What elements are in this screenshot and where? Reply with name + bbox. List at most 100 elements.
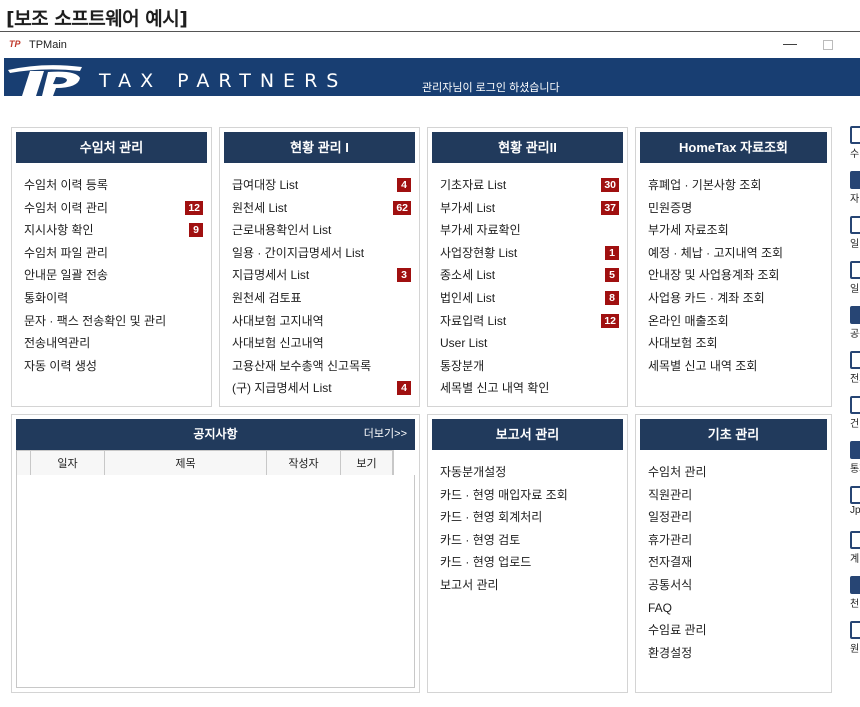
- side-shortcut[interactable]: 계: [838, 531, 860, 571]
- menu-item[interactable]: User List: [440, 332, 619, 355]
- menu-item[interactable]: 카드 · 현영 매입자료 조회: [440, 484, 619, 507]
- side-shortcut[interactable]: 일: [838, 261, 860, 301]
- menu-item[interactable]: 안내문 일괄 전송: [24, 264, 203, 287]
- menu-item[interactable]: 자동분개설정: [440, 461, 619, 484]
- menu-item-label: 민원증명: [648, 200, 693, 215]
- count-badge: 3: [397, 268, 411, 283]
- panel-report-management: 보고서 관리 자동분개설정카드 · 현영 매입자료 조회 카드 · 현영 회계처리…: [427, 414, 628, 693]
- menu-item-label: 일정관리: [648, 510, 693, 525]
- menu-item[interactable]: 사업장현황 List 1: [440, 242, 619, 265]
- maximize-button[interactable]: [823, 40, 833, 50]
- menu-item[interactable]: 카드 · 현영 업로드: [440, 551, 619, 574]
- menu-item[interactable]: 카드 · 현영 검토: [440, 529, 619, 552]
- side-shortcut[interactable]: 전자: [838, 351, 860, 391]
- side-shortcut-label: 통화: [850, 464, 860, 475]
- column-header[interactable]: 제목: [104, 450, 267, 476]
- side-shortcut[interactable]: Jpg: [838, 486, 860, 526]
- side-shortcut[interactable]: 천: [838, 576, 860, 616]
- menu-item[interactable]: 수임처 이력 등록: [24, 174, 203, 197]
- menu-item[interactable]: 자동 이력 생성: [24, 355, 203, 378]
- menu-item[interactable]: 직원관리: [648, 484, 823, 507]
- count-badge: 12: [185, 200, 203, 215]
- menu-item[interactable]: 수임처 이력 관리 12: [24, 197, 203, 220]
- side-shortcut-label: 건: [850, 419, 860, 430]
- menu-item[interactable]: 고용산재 보수총액 신고목록: [232, 355, 411, 378]
- menu-item[interactable]: 보고서 관리: [440, 574, 619, 597]
- menu-item[interactable]: 예정 · 체납 · 고지내역 조회: [648, 242, 823, 265]
- menu-item[interactable]: 사대보험 신고내역: [232, 332, 411, 355]
- menu-item[interactable]: 자료입력 List 12: [440, 310, 619, 333]
- menu-item[interactable]: 원천세 List 62: [232, 197, 411, 220]
- side-shortcut-label: 일: [850, 239, 860, 250]
- menu-item[interactable]: 원천세 검토표: [232, 287, 411, 310]
- column-header[interactable]: 보기: [340, 450, 393, 476]
- panel-client-management: 수임처 관리 수임처 이력 등록 수임처 이력 관리 12 지시사항 확인 9 수임처 파…: [11, 127, 212, 407]
- menu-item[interactable]: 전송내역관리: [24, 332, 203, 355]
- menu-item[interactable]: 온라인 매출조회: [648, 310, 823, 333]
- menu-item[interactable]: 통장분개: [440, 355, 619, 378]
- menu-item[interactable]: 문자 · 팩스 전송확인 및 관리: [24, 310, 203, 333]
- notice-table: 일자 제목 작성자 보기: [16, 450, 394, 476]
- menu-item[interactable]: 환경설정: [648, 642, 823, 665]
- menu-item-label: 환경설정: [648, 645, 693, 660]
- person-icon: [850, 396, 860, 414]
- window-titlebar: TP TPMain —: [0, 32, 860, 58]
- column-header[interactable]: 일자: [30, 450, 105, 476]
- menu-item[interactable]: 세목별 신고 내역 조회: [648, 355, 823, 378]
- menu-item[interactable]: 일정관리: [648, 506, 823, 529]
- menu-item[interactable]: 종소세 List 5: [440, 264, 619, 287]
- count-badge: 37: [601, 200, 619, 215]
- side-shortcut[interactable]: 공통: [838, 306, 860, 346]
- menu-item-label: 사업장현황 List: [440, 245, 518, 260]
- menu-item[interactable]: 세목별 신고 내역 확인: [440, 377, 619, 400]
- menu-item[interactable]: 공통서식: [648, 574, 823, 597]
- menu-item[interactable]: 수임처 파일 관리: [24, 242, 203, 265]
- more-link[interactable]: 더보기>>: [364, 419, 407, 450]
- menu-item[interactable]: 전자결재: [648, 551, 823, 574]
- minimize-button[interactable]: —: [782, 35, 798, 51]
- menu-item[interactable]: 지급명세서 List 3: [232, 264, 411, 287]
- menu-list: 기초자료 List 30 부가세 List 37 부가세 자료확인 사업장현황 List 1…: [440, 174, 619, 400]
- menu-item[interactable]: 휴폐업 · 기본사항 조회: [648, 174, 823, 197]
- menu-item[interactable]: 부가세 자료조회: [648, 219, 823, 242]
- side-shortcut[interactable]: 건: [838, 396, 860, 436]
- side-shortcut[interactable]: 일: [838, 216, 860, 256]
- calculator-icon: [850, 531, 860, 549]
- panel-notice: 공지사항 더보기>> 일자 제목 작성자 보기: [11, 414, 420, 693]
- calendar-icon: [850, 216, 860, 234]
- side-shortcut[interactable]: 원: [838, 621, 860, 661]
- menu-item[interactable]: 사업용 카드 · 계좌 조회: [648, 287, 823, 310]
- side-shortcut[interactable]: 통화: [838, 441, 860, 481]
- brand-name: TAX PARTNERS: [99, 70, 348, 92]
- menu-item[interactable]: (구) 지급명세서 List 4: [232, 377, 411, 400]
- menu-item[interactable]: 지시사항 확인 9: [24, 219, 203, 242]
- menu-item[interactable]: 부가세 자료확인: [440, 219, 619, 242]
- side-shortcut[interactable]: 수: [838, 126, 860, 166]
- menu-item[interactable]: 안내장 및 사업용계좌 조회: [648, 264, 823, 287]
- menu-item[interactable]: 법인세 List 8: [440, 287, 619, 310]
- menu-item[interactable]: FAQ: [648, 597, 823, 620]
- side-shortcut-label: 자: [850, 194, 860, 205]
- table-header-row: 일자 제목 작성자 보기: [16, 450, 394, 476]
- menu-item[interactable]: 사대보험 고지내역: [232, 310, 411, 333]
- menu-item-label: 급여대장 List: [232, 178, 299, 192]
- side-shortcut-label: 천: [850, 599, 860, 610]
- menu-item[interactable]: 통화이력: [24, 287, 203, 310]
- menu-item-label: 수임처 이력 등록: [24, 178, 108, 192]
- menu-item[interactable]: 민원증명: [648, 197, 823, 220]
- menu-list: 수임처 이력 등록수임처 이력 관리 12 지시사항 확인 9 수임처 파일 관리 안내문…: [24, 174, 203, 377]
- menu-item[interactable]: 근로내용확인서 List: [232, 219, 411, 242]
- menu-item[interactable]: 휴가관리: [648, 529, 823, 552]
- menu-item[interactable]: 사대보험 조회: [648, 332, 823, 355]
- column-header[interactable]: 작성자: [266, 450, 341, 476]
- menu-item[interactable]: 기초자료 List 30: [440, 174, 619, 197]
- menu-item[interactable]: 수임처 관리: [648, 461, 823, 484]
- menu-item[interactable]: 일용 · 간이지급명세서 List: [232, 242, 411, 265]
- menu-item-label: 지급명세서 List: [232, 268, 310, 283]
- menu-item[interactable]: 수임료 관리: [648, 619, 823, 642]
- menu-item[interactable]: 카드 · 현영 회계처리: [440, 506, 619, 529]
- menu-item-label: 자동분개설정: [440, 465, 507, 479]
- menu-item[interactable]: 부가세 List 37: [440, 197, 619, 220]
- menu-item[interactable]: 급여대장 List 4: [232, 174, 411, 197]
- side-shortcut[interactable]: 자: [838, 171, 860, 211]
